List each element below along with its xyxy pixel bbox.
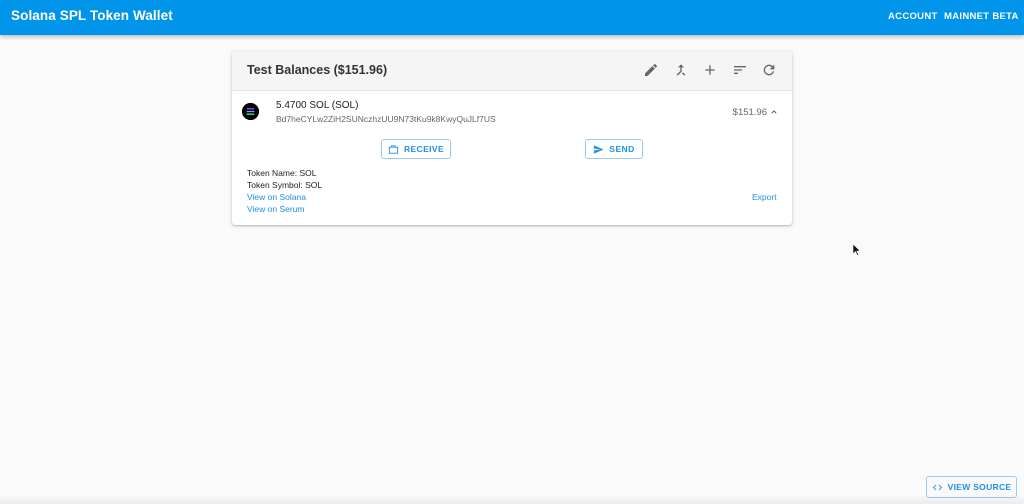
balances-card: Test Balances ($151.96) 5.4700 SOL (SOL)… [232, 51, 792, 225]
account-button[interactable]: ACCOUNT [888, 11, 938, 22]
sol-logo-icon [242, 103, 259, 120]
receive-label: RECEIVE [403, 144, 445, 154]
wallet-icon [388, 144, 399, 155]
send-label: SEND [609, 144, 635, 154]
receive-button[interactable]: RECEIVE [381, 139, 451, 159]
bottom-shadow [0, 494, 1024, 504]
merge-icon[interactable] [673, 62, 689, 78]
network-button[interactable]: MAINNET BETA [944, 11, 1019, 22]
send-button[interactable]: SEND [585, 139, 643, 159]
balances-title: Test Balances ($151.96) [247, 63, 388, 77]
token-amount: 5.4700 SOL (SOL) [276, 100, 359, 111]
refresh-icon[interactable] [761, 62, 777, 78]
add-icon[interactable] [702, 62, 718, 78]
token-address: Bd7heCYLw2ZiH2SUNczhzUU9N73tKu9k8KwyQuJL… [276, 114, 496, 124]
edit-icon[interactable] [643, 62, 659, 78]
chevron-up-icon[interactable] [769, 107, 779, 117]
balances-header: Test Balances ($151.96) [232, 51, 792, 91]
view-source-label: VIEW SOURCE [947, 482, 1012, 492]
sort-icon[interactable] [732, 62, 748, 78]
export-link[interactable]: Export [752, 192, 777, 202]
token-name: Token Name: SOL [247, 168, 317, 178]
token-symbol: Token Symbol: SOL [247, 180, 323, 190]
app-title: Solana SPL Token Wallet [11, 8, 173, 23]
view-on-serum-link[interactable]: View on Serum [247, 204, 304, 214]
mouse-cursor-icon [852, 243, 861, 256]
send-icon [593, 144, 604, 155]
token-usd-value: $151.96 [732, 107, 767, 118]
view-on-solana-link[interactable]: View on Solana [247, 192, 306, 202]
app-bar: Solana SPL Token Wallet ACCOUNT MAINNET … [0, 0, 1024, 35]
code-icon [932, 482, 943, 493]
